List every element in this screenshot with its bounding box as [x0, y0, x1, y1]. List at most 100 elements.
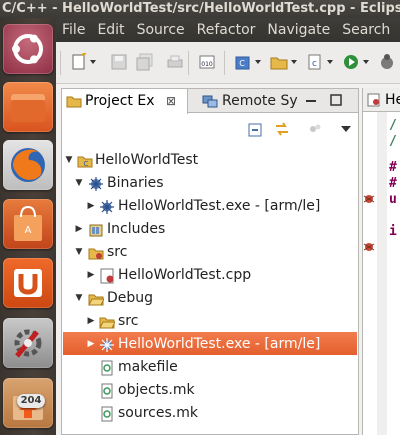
source-folder-icon	[88, 248, 104, 260]
svg-text:C: C	[84, 160, 89, 168]
code-line: i	[389, 224, 397, 239]
toolbar-separator	[60, 51, 61, 75]
expanded-icon[interactable]: ▼	[64, 149, 74, 172]
unity-launcher: A 204	[0, 18, 56, 435]
file-icon	[101, 406, 113, 422]
tree-item-sources-mk[interactable]: sources.mk	[62, 402, 358, 425]
tree-item-label: Binaries	[107, 175, 164, 191]
collapse-all-icon[interactable]	[248, 123, 262, 137]
filter-icon[interactable]	[308, 122, 322, 136]
includes-icon	[89, 224, 103, 237]
binary-icon[interactable]: 010	[198, 53, 216, 71]
tree-item-debug[interactable]: ▼ Debug	[62, 287, 358, 310]
close-icon[interactable]: ⊠	[166, 89, 176, 113]
editor-tab[interactable]: He	[363, 88, 400, 112]
run-icon[interactable]	[342, 53, 360, 71]
link-with-editor-icon[interactable]	[274, 121, 290, 137]
expanded-icon[interactable]: ▼	[74, 172, 84, 195]
binaries-icon	[89, 177, 103, 191]
tree-item-label: makefile	[118, 359, 178, 375]
view-tabs: Project Ex ⊠ Remote Sy	[62, 89, 358, 114]
folder-dropdown-icon[interactable]	[291, 60, 297, 64]
tab-label: Remote Sy	[222, 93, 298, 109]
new-dropdown-icon[interactable]	[90, 60, 96, 64]
tree-item-objects-mk[interactable]: objects.mk	[62, 379, 358, 402]
tree-item-label: HelloWorldTest.exe - [arm/le]	[118, 336, 321, 352]
system-settings-icon[interactable]	[3, 318, 53, 368]
class-dropdown-icon[interactable]	[327, 60, 333, 64]
files-icon[interactable]	[3, 82, 53, 132]
editor-panel: He / / # # u i	[362, 88, 400, 435]
tree-item-cpp-file[interactable]: ▶ HelloWorldTest.cpp	[62, 264, 358, 287]
code-line: /	[389, 118, 397, 133]
folder-icon	[66, 96, 82, 108]
save-icon[interactable]	[110, 53, 128, 71]
code-line: #	[389, 160, 397, 175]
binary-gear-icon	[100, 200, 114, 214]
menu-file[interactable]: File	[56, 18, 91, 42]
new-cpp-project-icon[interactable]: C	[234, 53, 252, 71]
maximize-icon[interactable]	[330, 94, 342, 106]
firefox-icon[interactable]	[3, 140, 53, 190]
minimize-icon[interactable]	[306, 96, 316, 106]
ubuntu-icon[interactable]	[3, 24, 53, 74]
tree-item-binaries[interactable]: ▼ Binaries	[62, 172, 358, 195]
collapsed-icon[interactable]: ▶	[74, 218, 84, 241]
expanded-icon[interactable]: ▼	[74, 287, 84, 310]
new-folder-icon[interactable]	[270, 53, 288, 71]
svg-text:010: 010	[201, 61, 213, 68]
editor-ruler	[377, 112, 387, 435]
software-center-icon[interactable]: A	[3, 199, 53, 249]
collapsed-icon[interactable]: ▶	[86, 195, 96, 218]
save-all-icon[interactable]	[136, 53, 154, 71]
tree-item-debug-exe[interactable]: ▶ HelloWorldTest.exe - [arm/le]	[62, 333, 358, 356]
tree-item-label: HelloWorldTest.exe - [arm/le]	[118, 198, 321, 214]
tree-item-exe-binary[interactable]: ▶ HelloWorldTest.exe - [arm/le]	[62, 195, 358, 218]
tab-label: Project Ex	[85, 93, 155, 109]
cpp-file-icon	[367, 93, 380, 107]
file-icon	[101, 383, 113, 399]
tree-item-label: src	[107, 244, 128, 260]
debug-icon[interactable]	[378, 53, 396, 71]
folder-icon	[99, 317, 115, 329]
code-line: u	[389, 192, 397, 207]
bug-marker-icon	[363, 195, 375, 203]
collapsed-icon[interactable]: ▶	[86, 333, 96, 356]
menu-search[interactable]: Search	[336, 18, 396, 42]
tab-project-explorer[interactable]: Project Ex ⊠	[62, 89, 188, 114]
tree-item-project[interactable]: ▼ C HelloWorldTest	[62, 149, 358, 172]
tree-item-makefile[interactable]: makefile	[62, 356, 358, 379]
tree-item-src[interactable]: ▼ src	[62, 241, 358, 264]
svg-text:A: A	[25, 225, 32, 236]
menu-source[interactable]: Source	[131, 18, 191, 42]
new-icon[interactable]	[70, 53, 88, 71]
collapsed-icon[interactable]: ▶	[86, 264, 96, 287]
view-menu-icon[interactable]	[341, 126, 351, 132]
svg-text:C: C	[239, 59, 245, 68]
toolbar-separator	[188, 51, 189, 75]
ubuntu-one-icon[interactable]	[3, 258, 53, 308]
collapsed-icon[interactable]: ▶	[86, 310, 96, 333]
project-explorer-panel: Project Ex ⊠ Remote Sy ▼ C HelloWorldTes…	[61, 88, 359, 435]
file-icon	[101, 360, 113, 376]
main-toolbar: 010 C c	[56, 42, 400, 84]
tree-item-label: HelloWorldTest	[95, 152, 199, 168]
tree-item-debug-src[interactable]: ▶ src	[62, 310, 358, 333]
menu-bar: File Edit Source Refactor Navigate Search	[56, 18, 400, 42]
folder-open-icon	[88, 294, 104, 306]
cpp-project-icon: C	[77, 156, 93, 168]
new-class-icon[interactable]: c	[306, 53, 324, 71]
tree-item-label: Debug	[107, 290, 154, 306]
svg-text:c: c	[312, 59, 317, 69]
menu-edit[interactable]: Edit	[91, 18, 130, 42]
tree-item-includes[interactable]: ▶ Includes	[62, 218, 358, 241]
menu-refactor[interactable]: Refactor	[191, 18, 262, 42]
tree-item-label: src	[118, 313, 139, 329]
menu-navigate[interactable]: Navigate	[261, 18, 336, 42]
print-icon[interactable]	[166, 53, 184, 71]
project-dropdown-icon[interactable]	[255, 60, 261, 64]
run-dropdown-icon[interactable]	[363, 60, 369, 64]
code-line: #	[389, 176, 397, 191]
expanded-icon[interactable]: ▼	[74, 241, 84, 264]
cpp-file-icon	[100, 268, 114, 284]
